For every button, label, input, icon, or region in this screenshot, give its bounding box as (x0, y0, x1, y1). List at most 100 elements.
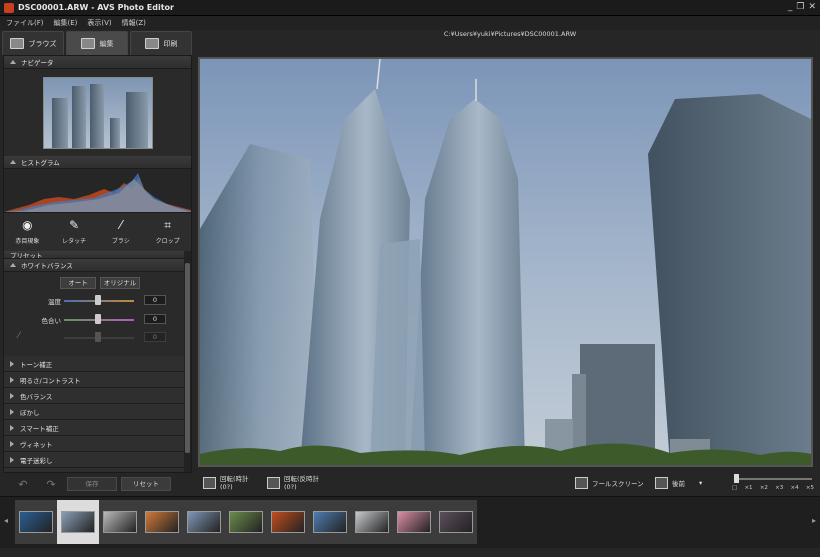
zoom-knob[interactable] (734, 474, 739, 483)
tint-value[interactable]: 0 (144, 314, 166, 324)
photo-canvas[interactable] (198, 57, 813, 467)
section-blur[interactable]: ぼかし (4, 404, 185, 420)
scrollbar-thumb[interactable] (185, 263, 190, 453)
section-brightness[interactable]: 明るさ/コントラスト (4, 372, 185, 388)
compare-button[interactable]: 後前 ▾ (655, 477, 702, 489)
left-bottom-bar: ↶ ↷ 保存 リセット (3, 474, 192, 494)
chevron-left-icon[interactable]: ◂ (4, 516, 8, 525)
eye-icon: ◉ (22, 218, 33, 232)
fullscreen-label: フールスクリーン (592, 480, 644, 488)
edit-icon (80, 38, 95, 49)
rotate-cw-button[interactable]: 回転(時計 (0?) (203, 475, 249, 491)
left-panel: ナビゲータ ヒストグラム ◉ 赤目現象 ✎ レタッチ ⁄ ブラシ ⌗ クロップ … (3, 55, 192, 473)
auto-button[interactable]: オート (60, 277, 96, 289)
chevron-right-icon[interactable]: ▸ (812, 516, 816, 525)
crop-icon: ⌗ (164, 218, 171, 232)
tint-knob[interactable] (95, 314, 101, 324)
undo-icon[interactable]: ↶ (11, 478, 35, 491)
temperature-slider-row: 温度 0 (4, 294, 185, 306)
tab-print-label: 印刷 (163, 39, 178, 48)
zoom-track[interactable] (736, 478, 812, 480)
collapse-icon (10, 60, 16, 64)
section-smart[interactable]: スマート補正 (4, 420, 185, 436)
zoom-x1-label: ×1 (744, 485, 753, 491)
filmstrip-thumbnail[interactable] (57, 500, 99, 544)
menu-view[interactable]: 表示(V) (87, 18, 111, 28)
thumbnail-image (61, 511, 95, 533)
temperature-value[interactable]: 0 (144, 295, 166, 305)
tab-browse[interactable]: ブラウズ (2, 31, 64, 55)
chevron-down-icon[interactable]: ▾ (699, 479, 702, 487)
histogram-header[interactable]: ヒストグラム (4, 156, 191, 169)
thumbnail-image (355, 511, 389, 533)
panel-scrollbar[interactable] (184, 251, 191, 472)
filmstrip-thumbnail[interactable] (141, 500, 183, 544)
rotate-cw-sub: (0?) (220, 483, 233, 491)
title-bar: DSC00001.ARW - AVS Photo Editor _ ❐ ✕ (0, 0, 820, 16)
filmstrip-thumbnail[interactable] (393, 500, 435, 544)
navigator-thumbnail[interactable] (42, 76, 153, 149)
tool-crop[interactable]: ⌗ クロップ (146, 218, 190, 245)
fullscreen-button[interactable]: フールスクリーン (575, 477, 644, 489)
filmstrip-thumbnail[interactable] (267, 500, 309, 544)
minimize-button[interactable]: _ (788, 2, 793, 12)
zoom-x2-label: ×2 (759, 485, 768, 491)
section-digital[interactable]: 電子迷彩し (4, 452, 185, 468)
filmstrip-thumbnail[interactable] (309, 500, 351, 544)
tool-red-eye-label: 赤目現象 (15, 238, 40, 245)
section-vignette[interactable]: ヴィネット (4, 436, 185, 452)
restore-button[interactable]: ❐ (796, 2, 804, 12)
white-balance-panel: オート オリジナル 温度 0 色合い 0 ⁄ 0 (4, 272, 185, 356)
filmstrip-thumbnail[interactable] (15, 500, 57, 544)
expand-icon (10, 392, 14, 399)
fullscreen-icon (575, 477, 588, 489)
tint-slider-row: 色合い 0 (4, 313, 185, 325)
menu-info[interactable]: 情報(Z) (122, 18, 146, 28)
save-button[interactable]: 保存 (67, 477, 117, 491)
filmstrip-thumbnail[interactable] (183, 500, 225, 544)
white-balance-header[interactable]: ホワイトバランス (4, 259, 185, 272)
section-tone-label: トーン補正 (20, 360, 53, 369)
thumbnail-image (187, 511, 221, 533)
navigator-panel (4, 69, 191, 156)
original-button[interactable]: オリジナル (100, 277, 140, 289)
tab-edit[interactable]: 編集 (66, 31, 128, 55)
filmstrip-thumbnail[interactable] (435, 500, 477, 544)
tool-brush[interactable]: ⁄ ブラシ (99, 218, 143, 245)
tab-browse-label: ブラウズ (28, 39, 57, 48)
filmstrip-thumbnail[interactable] (225, 500, 267, 544)
temperature-label: 温度 (48, 298, 61, 306)
zoom-slider[interactable]: □ ×1 ×2 ×3 ×4 ×5 (732, 474, 814, 494)
tool-red-eye[interactable]: ◉ 赤目現象 (5, 218, 49, 245)
section-smart-label: スマート補正 (20, 424, 59, 433)
picker-slider-row: ⁄ 0 (4, 331, 185, 343)
tab-print[interactable]: 印刷 (130, 31, 192, 55)
expand-icon (10, 408, 14, 415)
section-vignette-label: ヴィネット (20, 440, 53, 449)
close-button[interactable]: ✕ (808, 2, 816, 12)
menu-edit[interactable]: 編集(E) (54, 18, 78, 28)
reset-button[interactable]: リセット (121, 477, 171, 491)
window-title: DSC00001.ARW - AVS Photo Editor (18, 3, 174, 12)
picker-knob (95, 332, 101, 342)
menu-bar: ファイル(F) 編集(E) 表示(V) 情報(Z) (0, 16, 820, 30)
eyedropper-icon[interactable]: ⁄ (18, 331, 20, 341)
navigator-header[interactable]: ナビゲータ (4, 56, 191, 69)
thumbnail-image (271, 511, 305, 533)
compare-label: 後前 (672, 480, 685, 488)
tool-retouch[interactable]: ✎ レタッチ (52, 218, 96, 245)
preset-header[interactable]: プリセット (4, 251, 185, 259)
section-tone[interactable]: トーン補正 (4, 356, 185, 372)
app-logo-icon (4, 2, 14, 13)
rotate-ccw-button[interactable]: 回転(反時計 (0?) (267, 475, 319, 491)
filmstrip-thumbnail[interactable] (351, 500, 393, 544)
redo-icon[interactable]: ↷ (39, 478, 63, 491)
temperature-knob[interactable] (95, 295, 101, 305)
file-path: C:¥Users¥yuki¥Pictures¥DSC00001.ARW (443, 30, 577, 38)
rotate-cw-label: 回転(時計 (220, 475, 249, 483)
menu-file[interactable]: ファイル(F) (6, 18, 44, 28)
expand-icon (10, 456, 14, 463)
section-color-balance[interactable]: 色バランス (4, 388, 185, 404)
zoom-fit-label: □ (732, 485, 738, 491)
filmstrip-thumbnail[interactable] (99, 500, 141, 544)
